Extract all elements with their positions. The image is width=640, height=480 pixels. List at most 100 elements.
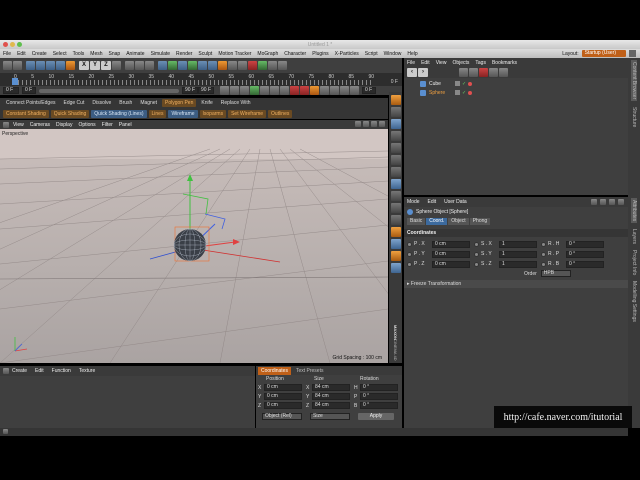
minimize-icon[interactable] <box>10 42 15 47</box>
viewport-grip-icon[interactable] <box>3 121 9 128</box>
menu-script[interactable]: Script <box>365 51 378 57</box>
material-menu-function[interactable]: Function <box>52 368 71 374</box>
shading-lines[interactable]: Lines <box>148 109 167 118</box>
menu-plugins[interactable]: Plugins <box>312 51 328 57</box>
shading-constant-shading[interactable]: Constant Shading <box>3 109 49 118</box>
timeline-ruler[interactable]: 0 5 10 15 20 25 30 35 40 45 50 55 60 65 70 75 80 85 90 0 F <box>0 73 402 86</box>
tag-icon[interactable] <box>468 90 473 95</box>
menu-x-particles[interactable]: X-Particles <box>335 51 359 57</box>
spline-icon[interactable] <box>238 61 247 70</box>
light-icon[interactable] <box>218 61 227 70</box>
menu-tools[interactable]: Tools <box>73 51 85 57</box>
x-axis-lock-button[interactable]: X <box>79 61 89 70</box>
recent-tool-icon[interactable] <box>66 61 75 70</box>
coord-value-field[interactable]: 0 cm <box>432 250 470 258</box>
shading-wireframe[interactable]: Wireframe <box>168 109 198 118</box>
forward-arrow-icon[interactable]: › <box>418 68 428 77</box>
zoom-view-icon[interactable] <box>363 121 369 127</box>
move-icon[interactable] <box>36 61 45 70</box>
coord-value-field[interactable]: 0 ° <box>566 240 604 248</box>
render-settings-icon[interactable] <box>145 61 154 70</box>
menu-motion-tracker[interactable]: Motion Tracker <box>218 51 251 57</box>
keyframe-dot-icon[interactable] <box>407 261 412 267</box>
tool-edge-cut[interactable]: Edge Cut <box>60 99 87 107</box>
layer-dot-icon[interactable] <box>455 90 460 95</box>
tag-icon[interactable] <box>468 81 473 86</box>
layer-icon[interactable] <box>390 263 401 273</box>
objects-menu-view[interactable]: View <box>436 60 447 66</box>
maximize-view-icon[interactable] <box>379 121 385 127</box>
autokey-icon[interactable] <box>300 86 309 95</box>
viewport[interactable]: Perspective Grid Spacing : 100 cm <box>0 129 388 363</box>
attr-back-icon[interactable] <box>591 199 597 205</box>
polygons-mode-icon[interactable] <box>390 167 401 177</box>
shading-isoparms[interactable]: Isoparms <box>199 109 227 118</box>
snap-icon[interactable] <box>390 203 401 213</box>
scale-icon[interactable] <box>46 61 55 70</box>
sky-icon[interactable] <box>228 61 237 70</box>
nurbs-icon[interactable] <box>268 61 277 70</box>
menu-animate[interactable]: Animate <box>126 51 144 57</box>
rotate-icon[interactable] <box>56 61 65 70</box>
tool-magnet[interactable]: Magnet <box>137 99 160 107</box>
tool-knife[interactable]: Knife <box>198 99 215 107</box>
shading-quick-shading-lines-[interactable]: Quick Shading (Lines) <box>91 109 147 118</box>
viewport-menu-options[interactable]: Options <box>78 122 95 128</box>
make-editable-icon[interactable] <box>390 95 401 105</box>
end-frame-field[interactable]: 90 F <box>198 87 214 94</box>
menu-edit[interactable]: Edit <box>17 51 26 57</box>
keyframe-dot-icon[interactable] <box>407 251 412 257</box>
workplane-icon[interactable] <box>390 131 401 141</box>
tab-modelling-settings[interactable]: Modelling Settings <box>631 281 637 322</box>
points-mode-icon[interactable] <box>390 143 401 153</box>
keyframe-dot-icon[interactable] <box>474 241 479 247</box>
tab-content-browser[interactable]: Content Browser <box>631 60 637 102</box>
menu-mograph[interactable]: MoGraph <box>257 51 278 57</box>
keyframe-dot-icon[interactable] <box>407 241 412 247</box>
attributes-menu-mode[interactable]: Mode <box>407 199 420 205</box>
objects-menu-bookmarks[interactable]: Bookmarks <box>492 60 517 66</box>
order-select[interactable]: HPB <box>540 270 571 277</box>
tool-connect-points-edges[interactable]: Connect Points/Edges <box>3 99 58 107</box>
objects-menu-edit[interactable]: Edit <box>421 60 430 66</box>
expand-icon[interactable] <box>499 68 508 77</box>
live-selection-icon[interactable] <box>26 61 35 70</box>
shading-outlines[interactable]: Outlines <box>268 109 293 118</box>
size-mode-select[interactable]: Size <box>310 412 350 420</box>
array-icon[interactable] <box>178 61 187 70</box>
lock-workplane-icon[interactable] <box>390 215 401 225</box>
menu-create[interactable]: Create <box>32 51 47 57</box>
tab-layers[interactable]: Layers <box>631 229 637 244</box>
orbit-icon[interactable] <box>371 121 377 127</box>
record-key-icon[interactable] <box>290 86 299 95</box>
menu-render[interactable]: Render <box>176 51 192 57</box>
keyframe-dot-icon[interactable] <box>541 241 546 247</box>
keyframe-dot-icon[interactable] <box>474 251 479 257</box>
menu-file[interactable]: File <box>3 51 11 57</box>
shading-set-wireframe[interactable]: Set Wireframe <box>228 109 267 118</box>
coord-manager-field[interactable]: 84 cm <box>312 402 350 409</box>
objects-menu-objects[interactable]: Objects <box>452 60 469 66</box>
attr-tab-coord[interactable]: Coord. <box>426 218 448 225</box>
attr-tab-basic[interactable]: Basic <box>407 218 426 225</box>
tab-structure[interactable]: Structure <box>631 107 637 127</box>
fps-field[interactable]: 0 F <box>362 87 376 94</box>
back-arrow-icon[interactable]: ‹ <box>407 68 417 77</box>
coord-tab-text-presets[interactable]: Text Presets <box>293 368 327 374</box>
y-axis-lock-button[interactable]: Y <box>90 61 100 70</box>
subdivision-icon[interactable] <box>168 61 177 70</box>
tool-dissolve[interactable]: Dissolve <box>89 99 114 107</box>
viewport-menu-filter[interactable]: Filter <box>102 122 113 128</box>
rotation-key-icon[interactable] <box>340 86 349 95</box>
coord-value-field[interactable]: 1 <box>499 260 537 268</box>
attributes-menu-user-data[interactable]: User Data <box>444 199 467 205</box>
attr-tab-object[interactable]: Object <box>448 218 469 225</box>
coord-manager-field[interactable]: 0 cm <box>264 402 302 409</box>
object-row-cube[interactable]: Cube ✓ <box>420 79 628 88</box>
apply-button[interactable]: Apply <box>358 412 394 420</box>
undo-icon[interactable] <box>3 61 12 70</box>
coord-value-field[interactable]: 0 cm <box>432 240 470 248</box>
redo-icon[interactable] <box>13 61 22 70</box>
material-menu-texture[interactable]: Texture <box>79 368 95 374</box>
coord-value-field[interactable]: 1 <box>499 240 537 248</box>
